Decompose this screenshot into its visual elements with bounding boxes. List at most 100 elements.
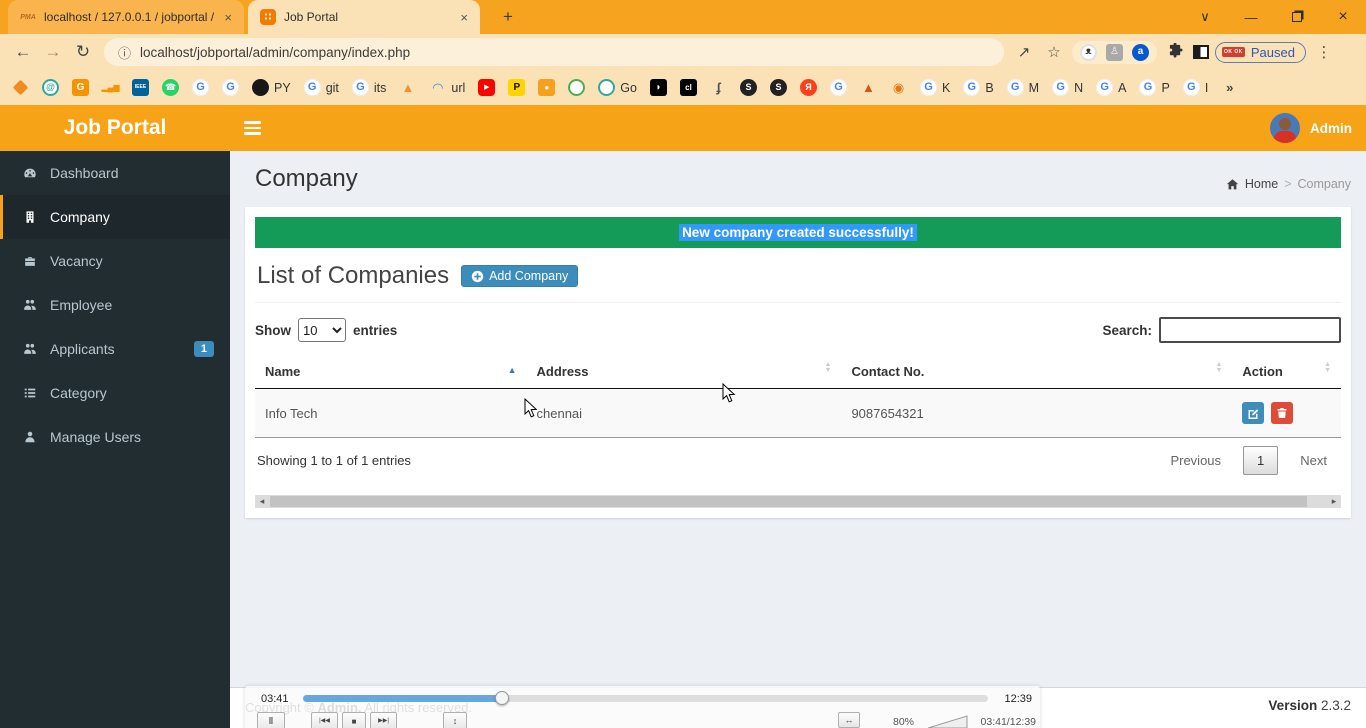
sidebar-item-dashboard[interactable]: Dashboard <box>0 151 230 195</box>
bookmark-star-icon[interactable]: ☆ <box>1042 43 1066 61</box>
column-header-contact-no-[interactable]: Contact No.▲▼ <box>841 355 1232 389</box>
page-size-select[interactable]: 10 <box>298 318 346 342</box>
bookmark-google-3[interactable]: G <box>830 79 847 96</box>
s-dark-1-icon: S <box>740 79 757 96</box>
stop-button[interactable]: ■ <box>342 712 366 728</box>
column-header-name[interactable]: Name▲ <box>255 355 527 389</box>
bookmark-analytics[interactable]: ▂▄▆ <box>102 79 119 96</box>
tab-search-icon[interactable]: ∨ <box>1182 9 1228 25</box>
sidebar-item-manage-users[interactable]: Manage Users <box>0 415 230 459</box>
seek-bar[interactable] <box>303 695 988 702</box>
share-icon[interactable]: ↗ <box>1012 43 1036 61</box>
fit-button[interactable]: ↔ <box>838 712 860 728</box>
tab-job-portal[interactable]: ∷ Job Portal × <box>248 0 480 34</box>
extension-adguard[interactable]: a <box>1132 44 1149 61</box>
delete-button[interactable] <box>1271 402 1293 424</box>
bookmark-github-py[interactable]: PY <box>252 79 291 96</box>
bookmark-orange-app[interactable]: G <box>72 79 89 96</box>
minimize-icon[interactable]: — <box>1228 10 1274 25</box>
back-icon[interactable]: ← <box>8 42 38 62</box>
bookmark-google-2[interactable]: G <box>222 79 239 96</box>
scroll-left-icon[interactable]: ◂ <box>255 495 269 508</box>
bookmark-yandex[interactable]: Я <box>800 79 817 96</box>
add-company-button[interactable]: Add Company <box>461 265 578 287</box>
sync-paused-button[interactable]: OK OK Paused <box>1215 42 1306 63</box>
bookmark-eye[interactable]: ◉ <box>890 79 907 96</box>
maximize-icon[interactable] <box>1274 10 1320 25</box>
previous-frame-button[interactable]: |◀◀ <box>311 712 338 728</box>
bookmark-overflow[interactable]: » <box>1221 79 1238 96</box>
plus-circle-icon <box>471 270 484 283</box>
bookmark-google-i[interactable]: G I <box>1183 79 1208 96</box>
next-frame-button[interactable]: ▶▶| <box>370 712 397 728</box>
bookmark-google-p[interactable]: G P <box>1139 79 1169 96</box>
sidebar-item-vacancy[interactable]: Vacancy <box>0 239 230 283</box>
bookmark-p-app[interactable]: P <box>508 79 525 96</box>
bookmark-url[interactable]: ◠ url <box>429 79 465 96</box>
company-icon <box>20 210 40 224</box>
bookmark-diamond[interactable] <box>12 79 29 96</box>
scrollbar-thumb[interactable] <box>270 496 1307 507</box>
scroll-right-icon[interactable]: ▸ <box>1327 495 1341 508</box>
forward-icon[interactable]: → <box>38 42 68 62</box>
bookmark-s-dark-2[interactable]: S <box>770 79 787 96</box>
search-control: Search: <box>1102 317 1341 343</box>
edit-button[interactable] <box>1242 402 1264 424</box>
search-input[interactable] <box>1159 317 1341 343</box>
sidebar-item-applicants[interactable]: Applicants 1 <box>0 327 230 371</box>
misc-button[interactable]: ↕ <box>443 712 467 728</box>
bookmark-s-dark-1[interactable]: S <box>740 79 757 96</box>
bookmark-google-n[interactable]: G N <box>1052 79 1083 96</box>
bookmark-ieee[interactable]: IEEE <box>132 79 149 96</box>
site-info-icon[interactable]: ⓘ <box>118 43 131 62</box>
column-header-address[interactable]: Address▲▼ <box>527 355 842 389</box>
bookmark-green-ring[interactable] <box>568 79 585 96</box>
bookmark-google-b[interactable]: G B <box>963 79 993 96</box>
sidebar-item-category[interactable]: Category <box>0 371 230 415</box>
browser-menu-icon[interactable]: ⋮ <box>1312 43 1336 61</box>
tab-phpmyadmin[interactable]: PMA localhost / 127.0.0.1 / jobportal / … <box>8 0 244 34</box>
bookmark-google-m[interactable]: G M <box>1007 79 1039 96</box>
current-page-button[interactable]: 1 <box>1243 446 1278 475</box>
bookmark-google-k[interactable]: G K <box>920 79 950 96</box>
seek-handle[interactable] <box>495 691 509 705</box>
bookmark-runner[interactable]: ʄ <box>710 79 727 96</box>
extensions-puzzle-icon[interactable] <box>1163 43 1187 62</box>
horizontal-scrollbar[interactable]: ◂ ▸ <box>255 495 1341 508</box>
vacancy-icon <box>20 254 40 268</box>
bookmark-google-its[interactable]: G its <box>352 79 387 96</box>
brand-logo[interactable]: Job Portal <box>0 105 230 151</box>
close-window-icon[interactable]: × <box>1320 8 1366 26</box>
extension-screenshot[interactable]: ♙ <box>1106 44 1123 61</box>
next-page-button[interactable]: Next <box>1286 447 1341 474</box>
bookmark-godaddy[interactable]: @ <box>42 79 59 96</box>
volume-wedge-icon[interactable] <box>928 715 968 728</box>
bookmark-whatsapp[interactable]: ☎ <box>162 79 179 96</box>
bookmark-go[interactable]: Go <box>598 79 637 96</box>
bookmark-google-git[interactable]: G git <box>304 79 339 96</box>
close-tab-icon[interactable]: × <box>458 10 470 25</box>
column-header-action[interactable]: Action▲▼ <box>1232 355 1341 389</box>
reading-mode-icon[interactable] <box>1193 45 1209 59</box>
sidebar-item-employee[interactable]: Employee <box>0 283 230 327</box>
bookmark-google-a[interactable]: G A <box>1096 79 1126 96</box>
pause-button[interactable]: Ⅱ <box>257 712 285 728</box>
new-tab-button[interactable]: + <box>496 6 520 30</box>
extension-panda[interactable]: ᴥ <box>1080 44 1097 61</box>
reload-icon[interactable]: ↻ <box>68 42 98 62</box>
bookmark-google[interactable]: G <box>192 79 209 96</box>
close-tab-icon[interactable]: × <box>222 10 234 25</box>
previous-page-button[interactable]: Previous <box>1156 447 1235 474</box>
bookmark-matlab[interactable]: ▲ <box>860 79 877 96</box>
breadcrumb-home-link[interactable]: Home <box>1245 177 1278 191</box>
address-bar[interactable]: ⓘ localhost/jobportal/admin/company/inde… <box>104 38 1004 66</box>
sidebar-toggle-icon[interactable] <box>230 105 274 151</box>
url-text: localhost/jobportal/admin/company/index.… <box>140 45 410 60</box>
bookmark-youtube[interactable]: ▶ <box>478 79 495 96</box>
bookmark-camera[interactable]: ● <box>538 79 555 96</box>
bookmark-duck[interactable]: ◗ <box>650 79 667 96</box>
user-menu[interactable]: Admin <box>1270 105 1352 151</box>
bookmark-cl[interactable]: cl <box>680 79 697 96</box>
bookmark-phpmyadmin[interactable]: ▲ <box>399 79 416 96</box>
sidebar-item-company[interactable]: Company <box>0 195 230 239</box>
